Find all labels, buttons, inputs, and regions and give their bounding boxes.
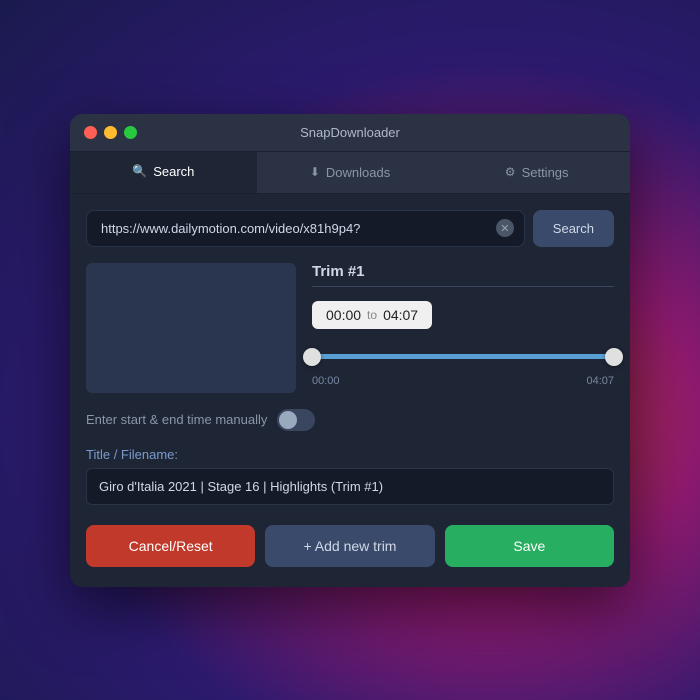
- main-content: ✕ Search Trim #1 00:00 to 04:07: [70, 194, 630, 587]
- manual-time-toggle[interactable]: [277, 409, 315, 431]
- tab-downloads[interactable]: ⬇ Downloads: [257, 152, 444, 193]
- minimize-button[interactable]: [104, 126, 117, 139]
- save-button[interactable]: Save: [445, 525, 614, 567]
- search-button[interactable]: Search: [533, 210, 614, 247]
- clear-icon: ✕: [500, 222, 509, 235]
- settings-tab-icon: ⚙: [505, 165, 516, 179]
- action-row: Cancel/Reset + Add new trim Save: [86, 525, 614, 571]
- tab-downloads-label: Downloads: [326, 165, 390, 180]
- slider-handle-left[interactable]: [303, 348, 321, 366]
- search-tab-icon: 🔍: [132, 164, 147, 178]
- trim-divider: [312, 286, 614, 287]
- tab-bar: 🔍 Search ⬇ Downloads ⚙ Settings: [70, 152, 630, 194]
- downloads-tab-icon: ⬇: [310, 165, 320, 179]
- media-section: Trim #1 00:00 to 04:07 00:00 04:07: [86, 263, 614, 393]
- tab-settings[interactable]: ⚙ Settings: [443, 152, 630, 193]
- add-trim-button[interactable]: + Add new trim: [265, 525, 434, 567]
- slider-labels: 00:00 04:07: [312, 375, 614, 387]
- time-end: 04:07: [383, 307, 418, 323]
- slider-fill: [312, 354, 614, 359]
- time-separator: to: [367, 308, 377, 322]
- slider-label-start: 00:00: [312, 375, 340, 387]
- tab-search-label: Search: [153, 164, 194, 179]
- slider-handle-right[interactable]: [605, 348, 623, 366]
- maximize-button[interactable]: [124, 126, 137, 139]
- trim-section: Trim #1 00:00 to 04:07 00:00 04:07: [312, 263, 614, 393]
- trim-title: Trim #1: [312, 263, 614, 280]
- tab-settings-label: Settings: [522, 165, 569, 180]
- url-input[interactable]: [97, 211, 496, 246]
- close-button[interactable]: [84, 126, 97, 139]
- filename-input[interactable]: [86, 468, 614, 505]
- manual-label: Enter start & end time manually: [86, 412, 267, 427]
- tab-search[interactable]: 🔍 Search: [70, 152, 257, 193]
- video-thumbnail: [86, 263, 296, 393]
- window-controls: [84, 126, 137, 139]
- filename-section: Title / Filename:: [86, 447, 614, 505]
- time-start: 00:00: [326, 307, 361, 323]
- titlebar: SnapDownloader: [70, 114, 630, 152]
- url-clear-button[interactable]: ✕: [496, 219, 514, 237]
- filename-label: Title / Filename:: [86, 447, 614, 462]
- toggle-knob: [279, 411, 297, 429]
- url-row: ✕ Search: [86, 210, 614, 247]
- url-input-wrap: ✕: [86, 210, 525, 247]
- manual-time-row: Enter start & end time manually: [86, 409, 614, 431]
- time-display: 00:00 to 04:07: [312, 301, 432, 329]
- cancel-reset-button[interactable]: Cancel/Reset: [86, 525, 255, 567]
- trim-slider[interactable]: [312, 343, 614, 371]
- window-title: SnapDownloader: [300, 125, 400, 140]
- slider-label-end: 04:07: [586, 375, 614, 387]
- app-window: SnapDownloader 🔍 Search ⬇ Downloads ⚙ Se…: [70, 114, 630, 587]
